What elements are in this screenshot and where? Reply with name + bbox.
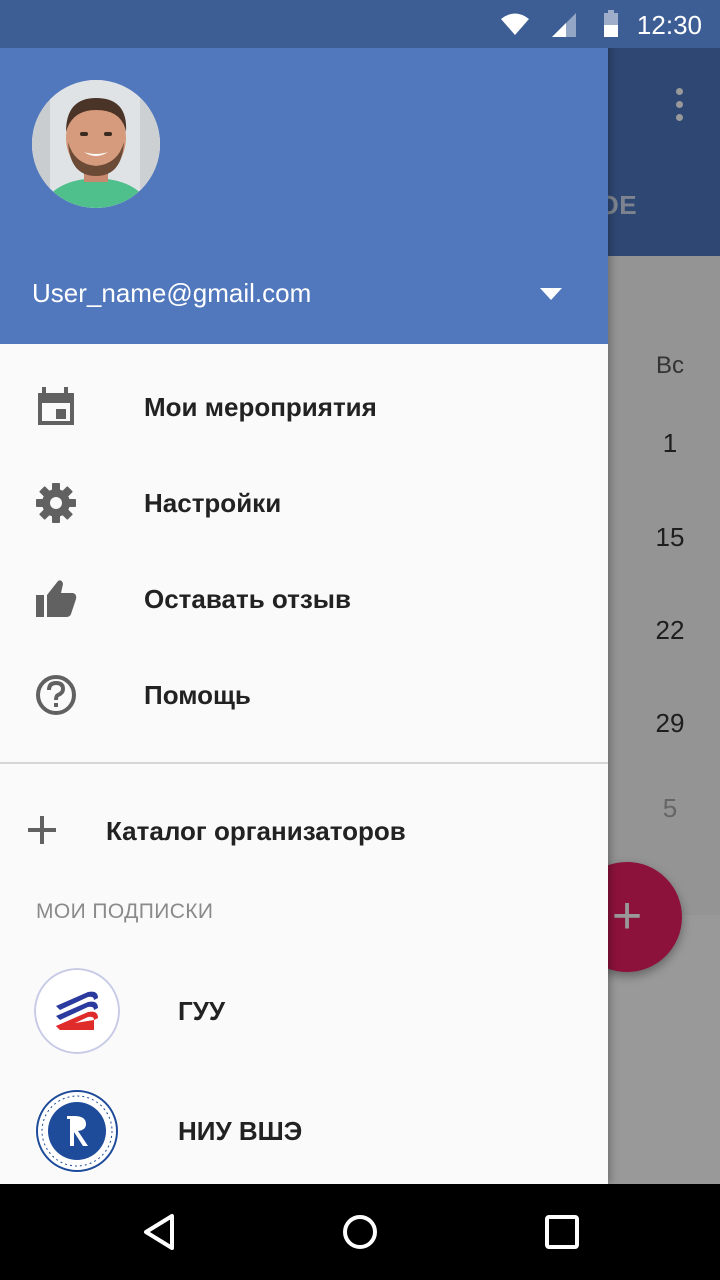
back-icon[interactable]: [140, 1212, 180, 1252]
subscriptions-section-title: МОИ ПОДПИСКИ: [36, 900, 214, 923]
catalog-label: Каталог организаторов: [106, 816, 406, 846]
thumb-up-icon: [36, 580, 77, 617]
organizers-catalog-item[interactable]: Каталог организаторов: [0, 790, 608, 870]
drawer-header: User_name@gmail.com: [0, 0, 608, 344]
status-bar: 12:30: [0, 0, 720, 48]
menu-item-label: Помощь: [144, 680, 251, 710]
subscription-label: НИУ ВШЭ: [178, 1116, 303, 1146]
status-time: 12:30: [636, 10, 702, 40]
menu-item-settings[interactable]: Настройки: [0, 454, 608, 550]
subscription-item-hse[interactable]: НИУ ВШЭ: [0, 1076, 608, 1184]
wifi-icon: [501, 13, 529, 35]
settings-gear-icon: [36, 483, 76, 523]
system-navigation-bar: [0, 1184, 720, 1280]
battery-icon: [604, 10, 618, 37]
menu-item-label: Мои мероприятия: [144, 392, 377, 422]
home-icon[interactable]: [340, 1212, 380, 1252]
account-dropdown-icon[interactable]: [540, 288, 562, 300]
navigation-drawer: User_name@gmail.com Мои мероприятия Наст…: [0, 0, 608, 1184]
guu-logo: [34, 968, 120, 1054]
hse-logo: [34, 1088, 120, 1174]
cell-signal-icon: [552, 13, 576, 37]
menu-item-feedback[interactable]: Оставать отзыв: [0, 550, 608, 646]
user-avatar[interactable]: [32, 80, 160, 208]
plus-icon: [28, 816, 56, 844]
account-email[interactable]: User_name@gmail.com: [32, 278, 311, 309]
avatar-image: [32, 80, 160, 208]
subscription-item-guu[interactable]: ГУУ: [0, 956, 608, 1066]
menu-divider: [0, 762, 608, 764]
menu-item-my-events[interactable]: Мои мероприятия: [0, 358, 608, 454]
subscription-label: ГУУ: [178, 996, 226, 1026]
recents-icon[interactable]: [542, 1212, 582, 1252]
menu-item-help[interactable]: Помощь: [0, 646, 608, 742]
calendar-icon: [38, 387, 74, 425]
help-icon: [36, 675, 76, 715]
menu-item-label: Оставать отзыв: [144, 584, 351, 614]
menu-item-label: Настройки: [144, 488, 282, 518]
